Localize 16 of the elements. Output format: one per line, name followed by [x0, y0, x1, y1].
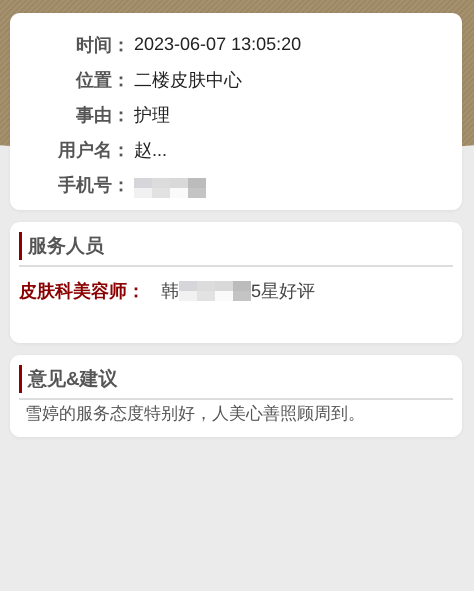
section-title: 意见&建议: [19, 365, 453, 393]
staff-name: 韩: [161, 280, 179, 303]
field-label: 时间：: [75, 34, 130, 56]
field-value: 护理: [134, 104, 170, 124]
rating-text: 5星好评: [251, 280, 316, 303]
field-label: 手机号：: [57, 174, 130, 196]
role-label: 皮肤科美容师：: [19, 280, 145, 303]
field-value: 二楼皮肤中心: [134, 70, 242, 90]
redaction-blur: [134, 178, 206, 198]
field-value: 2023-06-07 13:05:20: [134, 34, 302, 54]
feedback-text: 雪婷的服务态度特别好，人美心善照顾周到。: [24, 403, 366, 425]
field-label: 用户名：: [56, 138, 130, 162]
field-label: 位置：: [74, 68, 130, 92]
field-label: 事由：: [75, 104, 130, 126]
field-value: 赵...: [134, 140, 168, 160]
section-title: 服务人员: [19, 232, 453, 260]
